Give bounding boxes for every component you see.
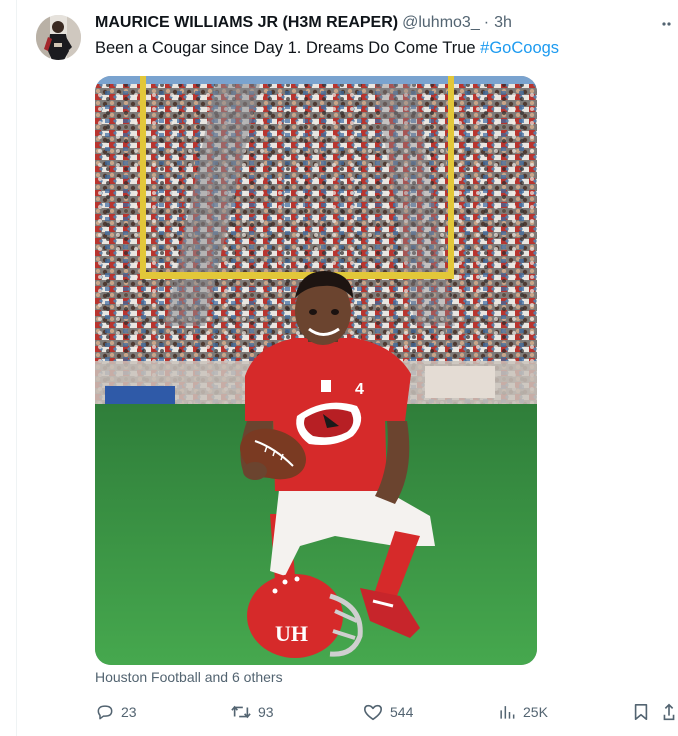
reply-count: 23 [121,704,137,720]
tweet-card[interactable]: MAURICE WILLIAMS JR (H3M REAPER) @luhmo3… [0,0,678,736]
author-name[interactable]: MAURICE WILLIAMS JR (H3M REAPER) [95,14,398,32]
tweet-text-body: Been a Cougar since Day 1. Dreams Do Com… [95,39,481,57]
heart-icon [364,704,382,721]
more-options-button[interactable] [660,12,676,28]
retweet-icon [231,705,251,719]
football-player-photo: 4 UH [95,76,537,665]
svg-text:4: 4 [355,381,364,398]
avatar-image [36,15,81,60]
tweet-timestamp[interactable]: 3h [494,14,512,32]
author-handle[interactable]: @luhmo3_ [402,14,480,32]
timeline-divider [16,0,17,736]
tweet-media-photo[interactable]: 4 UH [95,76,537,665]
reply-icon [97,705,113,720]
svg-text:UH: UH [275,621,308,646]
like-button[interactable]: 544 [362,700,413,724]
like-count: 544 [390,704,414,720]
more-icon [662,22,671,26]
share-icon [663,703,675,721]
views-count: 25K [523,704,548,720]
tagged-users-link[interactable]: Houston Football and 6 others [95,669,283,685]
retweet-count: 93 [258,704,274,720]
tweet-actions-bar: 23 93 544 25K [0,700,678,726]
bookmark-icon [634,703,648,721]
bookmark-button[interactable] [632,700,650,724]
reply-button[interactable]: 23 [95,700,137,724]
header-separator: · [483,14,490,31]
views-button[interactable]: 25K [497,700,548,724]
share-button[interactable] [662,700,676,724]
tweet-text: Been a Cougar since Day 1. Dreams Do Com… [95,39,559,58]
hashtag-link[interactable]: #GoCoogs [480,39,559,57]
views-icon [500,706,515,719]
tweet-header: MAURICE WILLIAMS JR (H3M REAPER) @luhmo3… [95,14,512,34]
avatar[interactable] [36,15,81,60]
retweet-button[interactable]: 93 [230,700,274,724]
